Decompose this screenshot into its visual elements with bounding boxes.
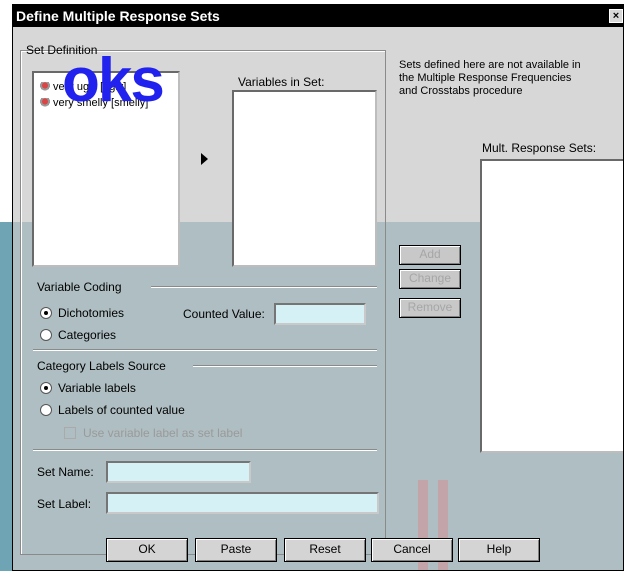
- set-definition-title: Set Definition: [26, 43, 98, 57]
- dichotomies-radio[interactable]: [40, 307, 52, 319]
- change-button[interactable]: Change: [399, 269, 461, 289]
- use-variable-label-checkbox[interactable]: [64, 427, 76, 439]
- define-multiple-response-sets-dialog: Define Multiple Response Sets × Set Defi…: [12, 4, 624, 571]
- counted-value-label: Counted Value:: [183, 307, 265, 321]
- labels-counted-value-radio[interactable]: [40, 404, 52, 416]
- reset-button[interactable]: Reset: [284, 538, 366, 562]
- separator: [33, 449, 377, 451]
- list-item[interactable]: very smelly [smelly]: [40, 97, 148, 109]
- paste-button[interactable]: Paste: [195, 538, 277, 562]
- source-variable-list[interactable]: very ugly [ugly] very smelly [smelly]: [32, 71, 180, 267]
- mult-response-sets-list[interactable]: [480, 159, 623, 453]
- scale-variable-icon: [40, 98, 50, 109]
- variables-in-set-list[interactable]: [232, 90, 377, 267]
- help-button[interactable]: Help: [458, 538, 540, 562]
- title-bar: Define Multiple Response Sets ×: [13, 5, 623, 27]
- separator: [193, 365, 377, 367]
- mult-response-sets-label: Mult. Response Sets:: [482, 141, 597, 155]
- note-line: and Crosstabs procedure: [399, 85, 523, 97]
- scale-variable-icon: [40, 82, 50, 93]
- separator: [33, 349, 377, 351]
- counted-value-input[interactable]: [274, 303, 366, 325]
- variables-in-set-label: Variables in Set:: [238, 75, 325, 89]
- categories-label: Categories: [58, 328, 117, 342]
- set-label-label: Set Label:: [37, 497, 92, 511]
- categories-radio[interactable]: [40, 329, 52, 341]
- variable-labels-label: Variable labels: [58, 381, 136, 395]
- variable-coding-title: Variable Coding: [37, 280, 122, 294]
- labels-counted-value-label: Labels of counted value: [58, 403, 185, 417]
- list-item[interactable]: very ugly [ugly]: [40, 81, 126, 93]
- move-right-arrow-icon[interactable]: [201, 153, 208, 165]
- ok-button[interactable]: OK: [106, 538, 188, 562]
- add-button[interactable]: Add: [399, 245, 461, 265]
- variable-labels-radio[interactable]: [40, 382, 52, 394]
- close-button[interactable]: ×: [609, 9, 623, 23]
- set-name-label: Set Name:: [37, 465, 94, 479]
- category-labels-source-title: Category Labels Source: [37, 359, 166, 373]
- dichotomies-label: Dichotomies: [58, 306, 125, 320]
- cancel-button[interactable]: Cancel: [371, 538, 453, 562]
- note-line: the Multiple Response Frequencies: [399, 72, 572, 84]
- dialog-title: Define Multiple Response Sets: [16, 8, 220, 24]
- use-variable-label-label: Use variable label as set label: [83, 426, 243, 440]
- set-name-input[interactable]: [106, 461, 251, 483]
- remove-button[interactable]: Remove: [399, 298, 461, 318]
- note-line: Sets defined here are not available in: [399, 59, 581, 71]
- separator: [151, 286, 377, 288]
- set-label-input[interactable]: [106, 492, 379, 514]
